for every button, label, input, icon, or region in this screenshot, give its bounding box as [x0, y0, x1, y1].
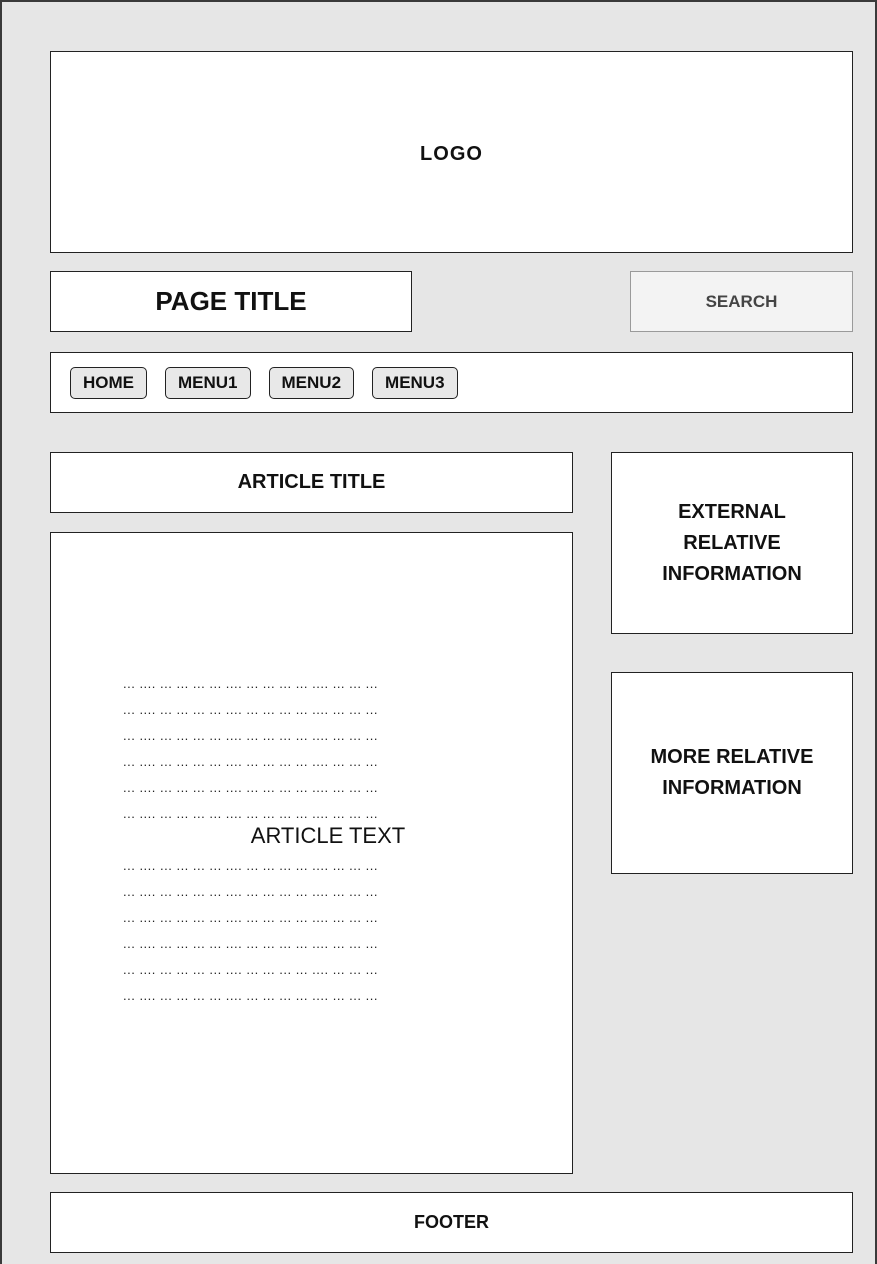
- article-title: ARTICLE TITLE: [50, 452, 573, 513]
- more-info-label: MORE RELATIVE INFORMATION: [650, 746, 814, 799]
- filler-line: ... .... ... ... ... ... .... ... ... ..…: [123, 884, 378, 899]
- more-info-box[interactable]: MORE RELATIVE INFORMATION: [611, 672, 853, 874]
- filler-line: ... .... ... ... ... ... .... ... ... ..…: [123, 676, 378, 691]
- filler-line: ... .... ... ... ... ... .... ... ... ..…: [123, 936, 378, 951]
- search-button[interactable]: SEARCH: [630, 271, 853, 332]
- filler-line: ... .... ... ... ... ... .... ... ... ..…: [123, 780, 378, 795]
- article-text-block: ... .... ... ... ... ... .... ... ... ..…: [123, 671, 503, 1009]
- footer-label: FOOTER: [414, 1212, 489, 1232]
- page-title-label: PAGE TITLE: [155, 286, 307, 316]
- nav-menu1-button[interactable]: MENU1: [165, 366, 251, 399]
- article-title-label: ARTICLE TITLE: [237, 471, 386, 493]
- footer: FOOTER: [50, 1192, 853, 1253]
- nav-bar: HOME MENU1 MENU2 MENU3: [50, 352, 853, 413]
- nav-home-button[interactable]: HOME: [70, 366, 147, 399]
- external-info-label: EXTERNAL RELATIVE INFORMATION: [662, 500, 802, 585]
- wireframe-canvas: LOGO PAGE TITLE SEARCH HOME MENU1 MENU2 …: [0, 0, 877, 1264]
- filler-line: ... .... ... ... ... ... .... ... ... ..…: [123, 728, 378, 743]
- nav-menu3-button[interactable]: MENU3: [372, 366, 458, 399]
- search-label: SEARCH: [705, 291, 778, 311]
- article-body: ... .... ... ... ... ... .... ... ... ..…: [50, 532, 573, 1174]
- filler-line: ... .... ... ... ... ... .... ... ... ..…: [123, 910, 378, 925]
- nav-menu2-button[interactable]: MENU2: [268, 366, 355, 399]
- filler-line: ... .... ... ... ... ... .... ... ... ..…: [123, 988, 378, 1003]
- filler-line: ... .... ... ... ... ... .... ... ... ..…: [123, 962, 378, 977]
- logo-area[interactable]: LOGO: [50, 51, 853, 253]
- filler-line: ... .... ... ... ... ... .... ... ... ..…: [123, 858, 378, 873]
- page-title: PAGE TITLE: [50, 271, 412, 332]
- filler-line: ... .... ... ... ... ... .... ... ... ..…: [123, 702, 378, 717]
- external-info-box[interactable]: EXTERNAL RELATIVE INFORMATION: [611, 452, 853, 634]
- logo-label: LOGO: [420, 142, 483, 165]
- filler-line: ... .... ... ... ... ... .... ... ... ..…: [123, 754, 378, 769]
